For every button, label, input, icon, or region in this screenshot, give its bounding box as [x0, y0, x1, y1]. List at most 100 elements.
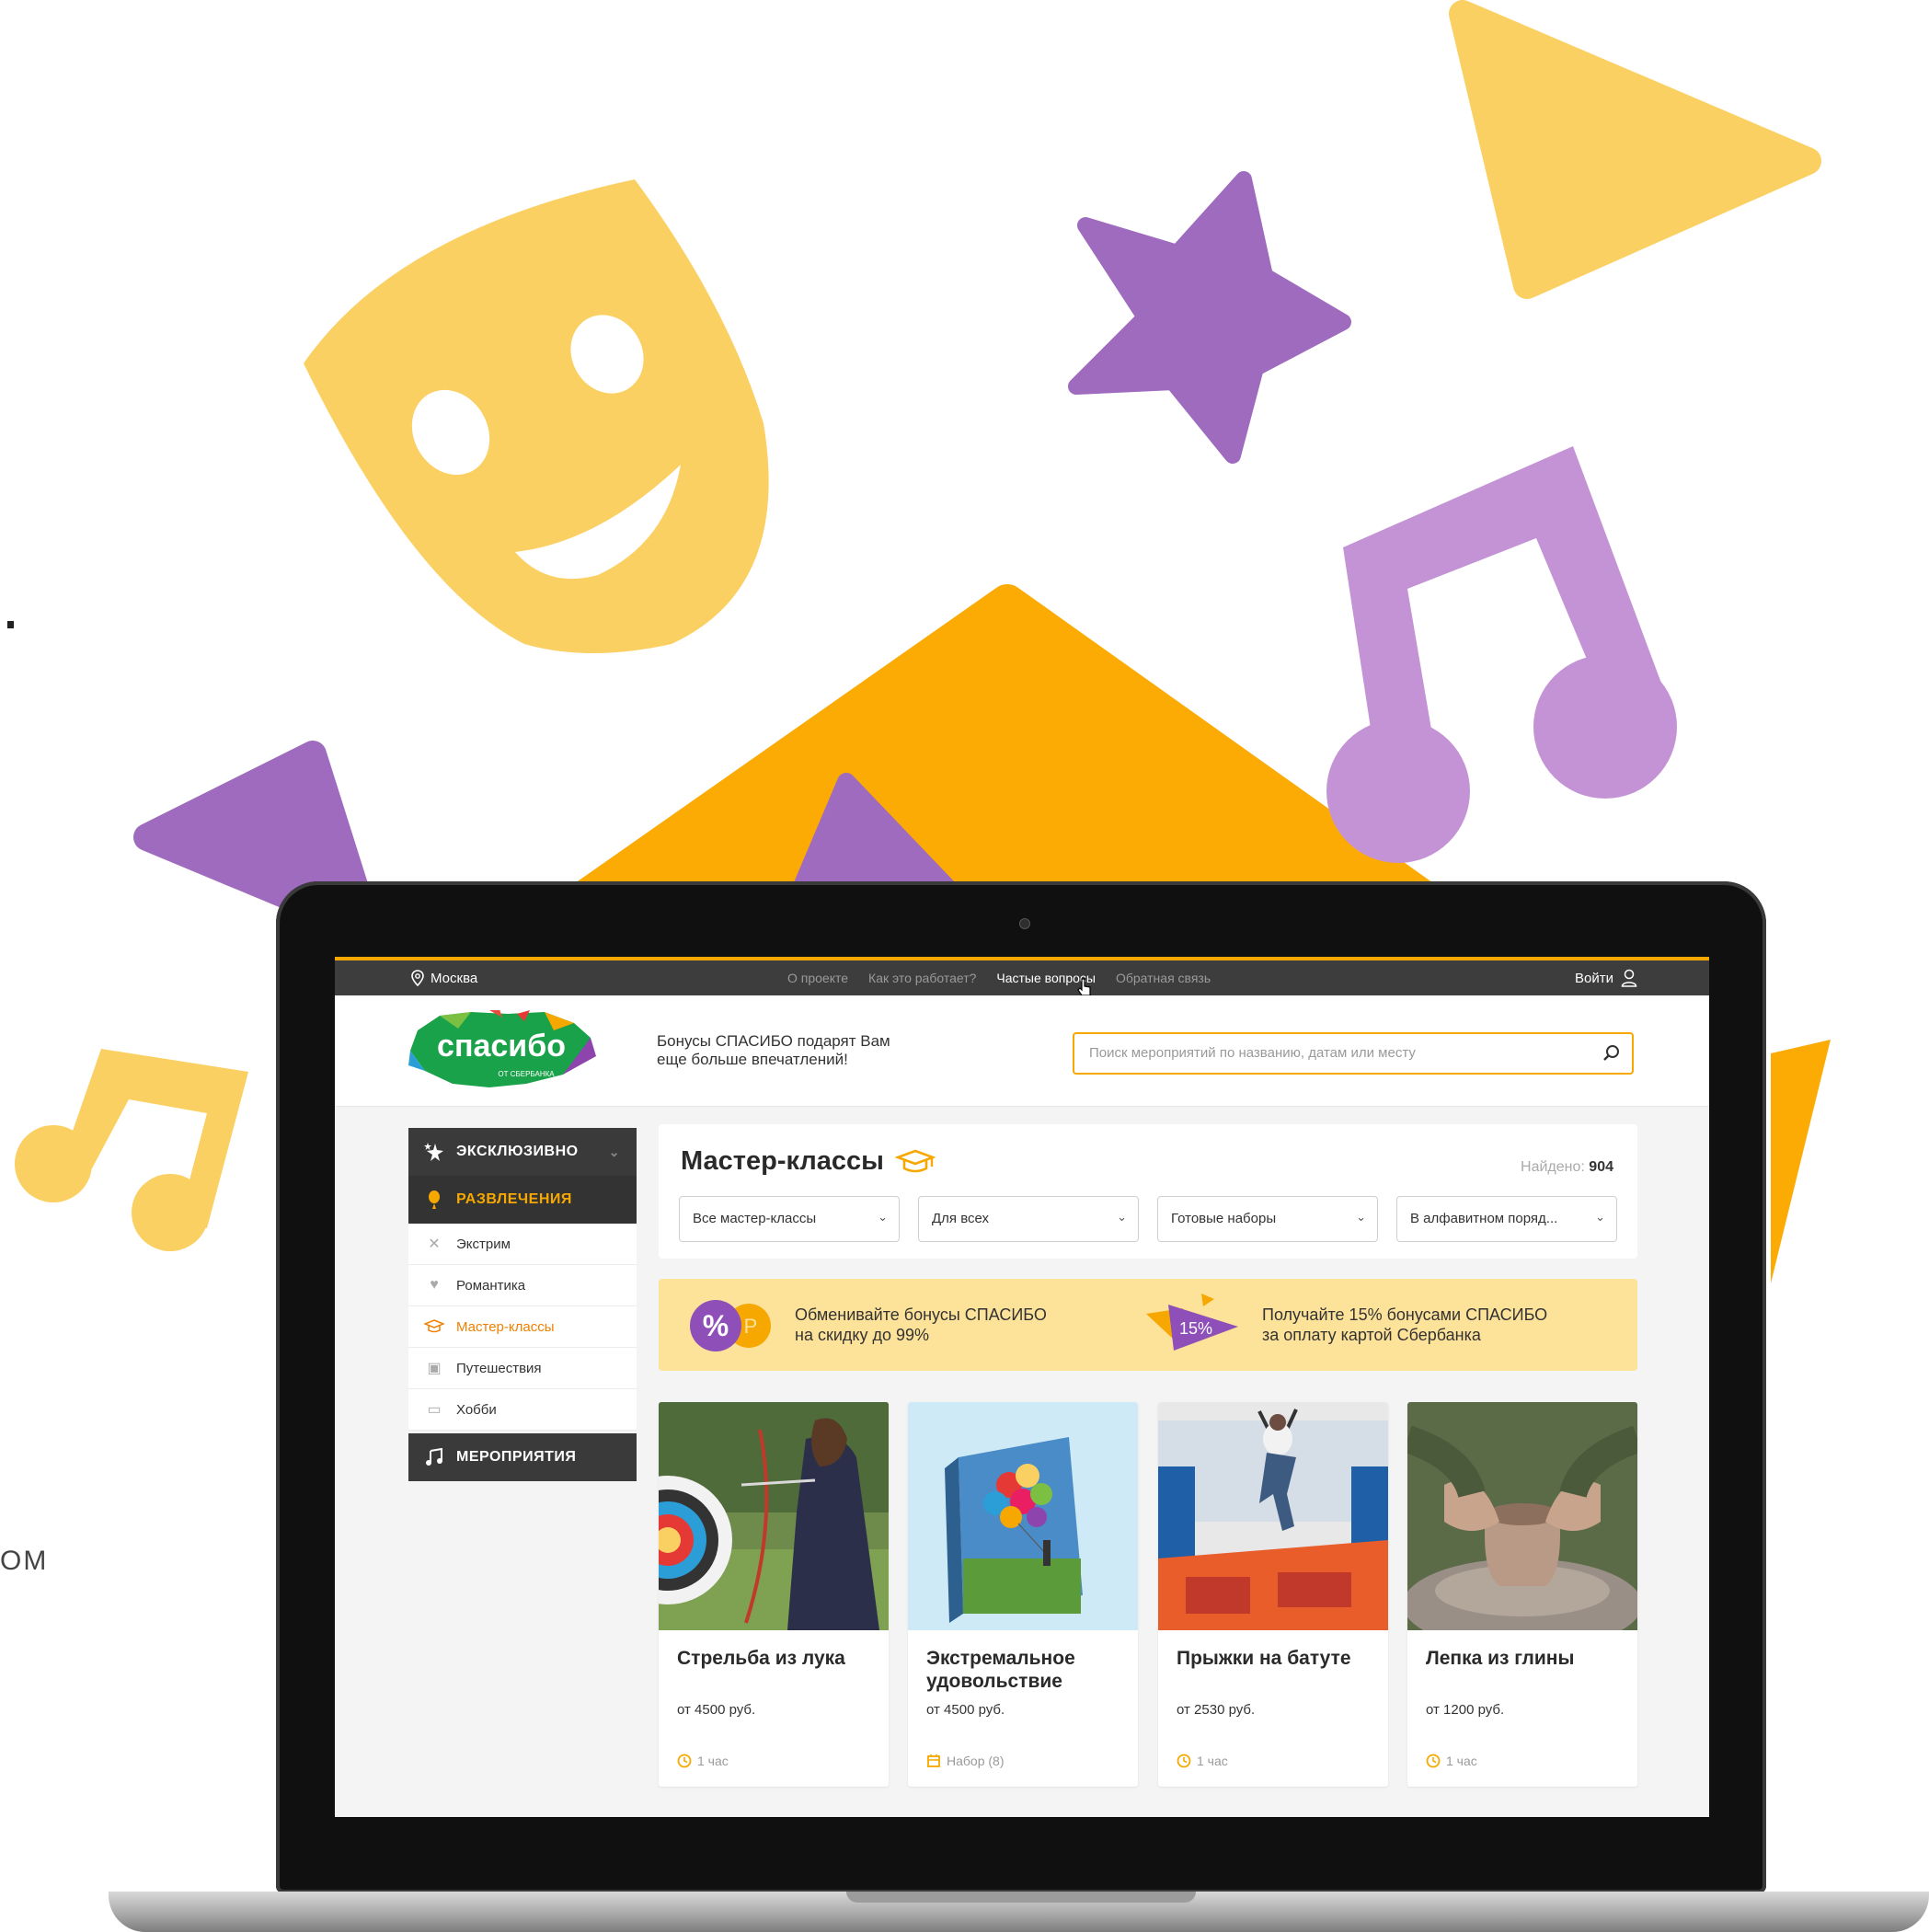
gift-box-photo: [908, 1402, 1138, 1630]
graduation-cap-icon: [894, 1149, 936, 1172]
promo-banner: Р % Обменивайте бонусы СПАСИБО на скидку…: [659, 1279, 1637, 1371]
sidebar-exclusive-label: ЭКСКЛЮЗИВНО: [456, 1144, 579, 1159]
spasibo-logo[interactable]: спасибо ОТ СБЕРБАНКА: [407, 1010, 596, 1091]
event-card-trampoline[interactable]: Прыжки на батуте от 2530 руб. 1 час: [1158, 1402, 1388, 1787]
sidebar-item-masterclasses[interactable]: Мастер-классы: [408, 1306, 637, 1348]
card-price: от 4500 руб.: [677, 1702, 756, 1718]
yellow-music-note-shape: [15, 1049, 248, 1251]
trampoline-photo: [1158, 1402, 1388, 1630]
card-price: от 2530 руб.: [1177, 1702, 1256, 1718]
header-tagline: Бонусы СПАСИБО подарят Вам еще больше вп…: [657, 1032, 933, 1069]
sidebar-item-travel[interactable]: ▣ Путешествия: [408, 1348, 637, 1389]
page-title-text: Мастер-классы: [681, 1146, 884, 1176]
chevron-down-icon: ⌄: [1117, 1210, 1127, 1224]
card-price: от 4500 руб.: [926, 1702, 1005, 1718]
graduation-cap-icon: [423, 1317, 445, 1336]
edge-text: OM: [0, 1546, 49, 1576]
chevron-down-icon: ⌄: [1356, 1210, 1366, 1224]
card-title: Лепка из глины: [1426, 1648, 1575, 1669]
dropdown-value: Для всех: [932, 1211, 990, 1226]
purple-star-shape: [1068, 171, 1351, 464]
city-selector[interactable]: Москва: [410, 970, 477, 986]
results-count: Найдено: 904: [1521, 1159, 1613, 1176]
card-meta: 1 час: [1426, 1754, 1477, 1768]
sidebar-entertainment-label: РАЗВЛЕЧЕНИЯ: [456, 1191, 572, 1207]
sidebar-item-hobby[interactable]: ▭ Хобби: [408, 1389, 637, 1431]
extreme-icon: ✕: [428, 1236, 441, 1252]
card-meta: 1 час: [1177, 1754, 1228, 1768]
card-title: Прыжки на батуте: [1177, 1648, 1351, 1669]
percent-badge-icon: Р %: [690, 1300, 771, 1351]
clock-icon: [1177, 1754, 1191, 1768]
sidebar-item-events[interactable]: МЕРОПРИЯТИЯ: [408, 1433, 637, 1481]
nav-how-it-works[interactable]: Как это работает?: [868, 971, 976, 985]
search-input[interactable]: Поиск мероприятий по названию, датам или…: [1073, 1032, 1634, 1075]
card-meta-text: 1 час: [697, 1754, 729, 1768]
svg-text:Р: Р: [744, 1315, 758, 1338]
nav-feedback[interactable]: Обратная связь: [1116, 971, 1211, 985]
laptop-base-notch: [846, 1892, 1196, 1903]
cashback-percent: 15%: [1179, 1319, 1212, 1338]
found-label: Найдено:: [1521, 1159, 1585, 1175]
balloon-icon: [423, 1189, 445, 1211]
card-title: Экстремальное удовольствие: [926, 1648, 1075, 1692]
top-bar: Москва О проекте Как это работает? Часты…: [335, 957, 1709, 996]
top-navigation: О проекте Как это работает? Частые вопро…: [787, 971, 1211, 985]
card-title: Стрельба из лука: [677, 1648, 845, 1669]
card-meta: Набор (8): [926, 1754, 1005, 1768]
tagline-line-2: еще больше впечатлений!: [657, 1051, 848, 1068]
filter-audience-dropdown[interactable]: Для всех ⌄: [918, 1196, 1139, 1242]
event-card-pottery[interactable]: Лепка из глины от 1200 руб. 1 час: [1407, 1402, 1637, 1787]
pottery-photo: [1407, 1402, 1637, 1630]
card-meta: 1 час: [677, 1754, 729, 1768]
login-button[interactable]: Войти: [1575, 969, 1637, 987]
percent-symbol: %: [703, 1309, 729, 1342]
search-icon[interactable]: [1602, 1044, 1621, 1063]
laptop-camera: [1019, 918, 1030, 929]
sidebar-item-label: Мастер-классы: [456, 1318, 555, 1335]
sidebar-item-entertainment[interactable]: РАЗВЛЕЧЕНИЯ: [408, 1176, 637, 1224]
dropdown-value: Все мастер-классы: [693, 1211, 817, 1226]
website-screen: Москва О проекте Как это работает? Часты…: [335, 957, 1709, 1817]
sidebar-item-extreme[interactable]: ✕ Экстрим: [408, 1224, 637, 1265]
calendar-icon: [927, 1754, 940, 1767]
promo-left-line-1: Обменивайте бонусы СПАСИБО: [795, 1305, 1047, 1324]
yellow-triangle-shape: [1449, 0, 1821, 299]
event-card-archery[interactable]: Стрельба из лука от 4500 руб. 1 час: [659, 1402, 889, 1787]
event-card-extreme-pleasure[interactable]: Экстремальное удовольствие от 4500 руб. …: [908, 1402, 1138, 1787]
cashback-badge-icon: 15%: [1146, 1294, 1238, 1351]
promo-left-text: Обменивайте бонусы СПАСИБО на скидку до …: [795, 1305, 1047, 1345]
sidebar-item-label: Хобби: [456, 1401, 497, 1418]
found-count: 904: [1589, 1159, 1613, 1175]
logo-text: спасибо: [437, 1029, 566, 1064]
promo-right-line-2: за оплату картой Сбербанка: [1262, 1326, 1481, 1344]
catalog-header-panel: Мастер-классы Найдено: 904 Все мастер-кл…: [659, 1124, 1637, 1259]
dropdown-value: Готовые наборы: [1171, 1211, 1277, 1226]
filter-type-dropdown[interactable]: Все мастер-классы ⌄: [679, 1196, 900, 1242]
music-note-icon: [423, 1446, 445, 1468]
sidebar-item-romance[interactable]: ♥ Романтика: [408, 1265, 637, 1306]
sidebar-item-label: Путешествия: [456, 1360, 542, 1376]
sidebar-item-label: Экстрим: [456, 1236, 511, 1252]
sidebar-item-exclusive[interactable]: ЭКСКЛЮЗИВНО ⌄: [408, 1128, 637, 1176]
filter-sets-dropdown[interactable]: Готовые наборы ⌄: [1157, 1196, 1378, 1242]
chevron-down-icon: ⌄: [1595, 1210, 1605, 1224]
user-icon: [1621, 969, 1637, 987]
clock-icon: [677, 1754, 692, 1768]
purple-music-note-shape: [1326, 446, 1677, 863]
clock-icon: [1426, 1754, 1441, 1768]
location-pin-icon: [411, 970, 424, 986]
sort-dropdown[interactable]: В алфавитном поряд... ⌄: [1396, 1196, 1617, 1242]
page-title: Мастер-классы: [681, 1146, 936, 1177]
dropdown-value: В алфавитном поряд...: [1410, 1211, 1558, 1226]
promo-left-line-2: на скидку до 99%: [795, 1326, 930, 1344]
card-meta-text: 1 час: [1446, 1754, 1477, 1768]
nav-about[interactable]: О проекте: [787, 971, 848, 985]
logo-subtext: ОТ СБЕРБАНКА: [498, 1070, 555, 1078]
card-meta-text: 1 час: [1197, 1754, 1228, 1768]
chevron-down-icon: ⌄: [608, 1144, 620, 1159]
city-name: Москва: [431, 970, 478, 986]
login-label: Войти: [1575, 970, 1613, 986]
chevron-down-icon: ⌄: [878, 1210, 888, 1224]
card-meta-text: Набор (8): [947, 1754, 1005, 1768]
